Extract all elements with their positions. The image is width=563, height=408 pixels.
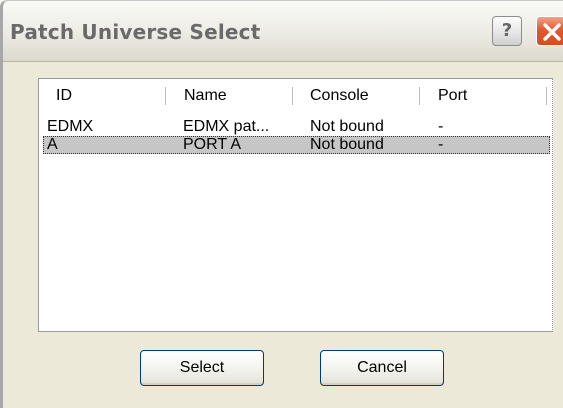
column-divider[interactable] <box>419 87 420 105</box>
list-row-a[interactable]: A PORT A Not bound - <box>43 136 550 154</box>
column-divider[interactable] <box>546 87 547 105</box>
cell-id: EDMX <box>47 118 94 135</box>
cell-console: Not bound <box>310 136 384 153</box>
list-header: ID Name Console Port <box>39 79 552 107</box>
column-header-console[interactable]: Console <box>310 86 369 106</box>
help-button[interactable]: ? <box>492 16 522 46</box>
window-title: Patch Universe Select <box>10 20 261 44</box>
select-button[interactable]: Select <box>140 350 264 386</box>
cell-id: A <box>47 136 58 153</box>
cell-port: - <box>438 118 444 135</box>
list-row-edmx[interactable]: EDMX EDMX pat... Not bound - <box>43 118 550 137</box>
universe-list[interactable]: ID Name Console Port EDMX EDMX pat... No… <box>38 78 553 332</box>
column-header-port[interactable]: Port <box>438 86 467 106</box>
column-header-id[interactable]: ID <box>56 86 72 106</box>
cell-port: - <box>438 136 444 153</box>
patch-universe-dialog: Patch Universe Select ? ID Name Console … <box>0 0 563 408</box>
cell-console: Not bound <box>310 118 384 135</box>
column-header-name[interactable]: Name <box>184 86 227 106</box>
title-bar[interactable]: Patch Universe Select ? <box>3 1 563 62</box>
close-icon <box>543 23 561 41</box>
help-icon: ? <box>501 20 513 41</box>
cell-name: EDMX pat... <box>183 118 270 135</box>
close-button[interactable] <box>536 16 563 46</box>
column-divider[interactable] <box>292 87 293 105</box>
cell-name: PORT A <box>183 136 242 153</box>
cancel-button[interactable]: Cancel <box>320 350 444 386</box>
column-divider[interactable] <box>165 87 166 105</box>
